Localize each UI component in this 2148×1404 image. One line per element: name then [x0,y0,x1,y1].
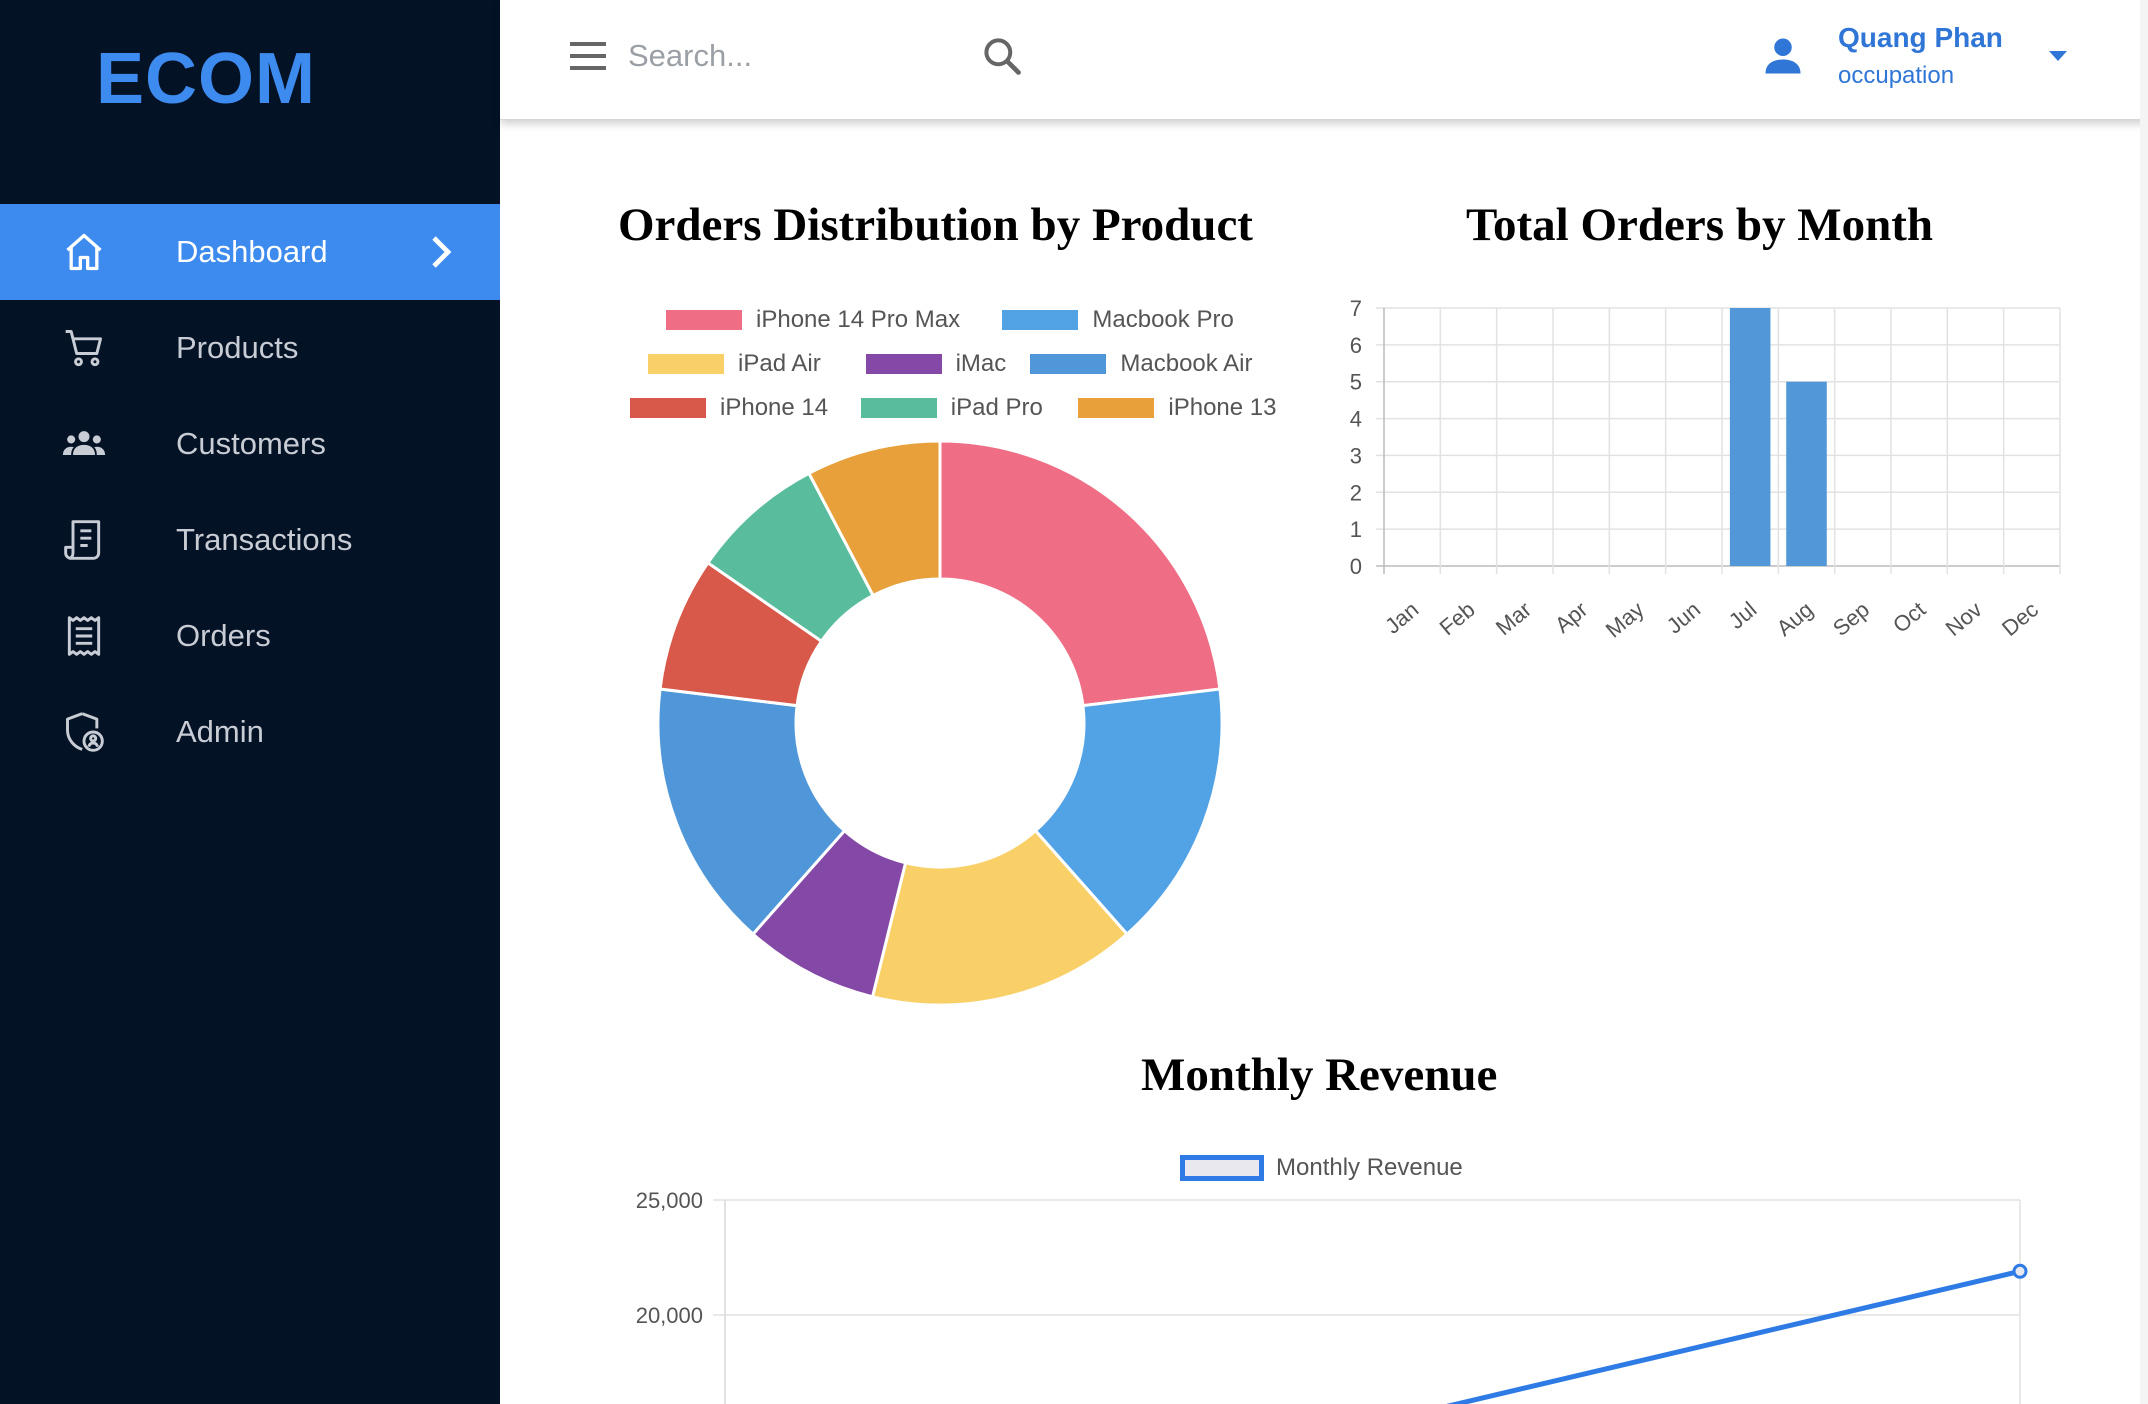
x-tick-label: Jun [1662,597,1705,639]
scrollbar-track[interactable] [2140,0,2148,1404]
user-role: occupation [1838,62,1955,89]
sidebar-item-products[interactable]: Products [0,300,500,396]
legend-label: iMac [955,350,1007,377]
x-tick-label: Nov [1941,597,1987,641]
sidebar-item-label: Dashboard [176,234,328,269]
y-tick-label: 0 [1350,554,1362,579]
sidebar-item-admin[interactable]: Admin [0,684,500,780]
x-tick-label: May [1601,597,1649,643]
legend-swatch [630,398,706,418]
sidebar-item-label: Transactions [176,522,353,557]
x-tick-label: Apr [1550,597,1592,638]
y-tick-label: 3 [1350,443,1362,468]
orders-by-month-title: Total Orders by Month [1466,199,1933,251]
legend-swatch [648,354,724,374]
line-legend-item[interactable]: Monthly Revenue [1180,1154,1463,1182]
sidebar-item-transactions[interactable]: Transactions [0,492,500,588]
donut-chart [656,439,1224,1007]
home-icon [62,232,106,272]
legend-swatch [860,398,937,418]
line-chart: 25,000 20,000 [636,1188,2028,1404]
legend-label: iPhone 14 Pro Max [756,306,961,333]
x-tick-label: Aug [1772,597,1818,641]
legend-swatch [1078,398,1155,418]
sidebar-item-label: Products [176,330,299,365]
list-icon [62,616,106,656]
legend-item-macbook-pro[interactable]: Macbook Pro [1002,306,1234,334]
legend-item-ipad-air[interactable]: iPad Air [648,350,821,378]
legend-label: Macbook Pro [1092,306,1234,333]
legend-swatch [1180,1155,1264,1181]
search-icon[interactable] [980,34,1024,78]
people-icon [62,424,106,464]
x-tick-label: Jul [1724,597,1762,634]
legend-label: iPad Pro [950,394,1043,421]
legend-item-ipad-pro[interactable]: iPad Pro [860,394,1043,422]
sidebar-nav: Dashboard Products Customers Transaction… [0,204,500,780]
revenue-point[interactable] [2012,1263,2028,1279]
legend-item-iphone-14-pro-max[interactable]: iPhone 14 Pro Max [666,306,960,334]
y-tick-label: 1 [1350,517,1362,542]
y-tick-label: 25,000 [636,1188,703,1213]
legend-item-macbook-air[interactable]: Macbook Air [1030,350,1252,378]
y-tick-label: 7 [1350,296,1362,321]
y-tick-label: 4 [1350,407,1362,432]
legend-item-iphone-13[interactable]: iPhone 13 [1078,394,1276,422]
bar-aug[interactable] [1786,381,1827,566]
x-tick-label: Oct [1888,597,1930,638]
top-header: Quang Phan occupation [500,0,2148,120]
sidebar: ECOM Dashboard Products Customers Transa… [0,0,500,1404]
x-tick-label: Dec [1997,597,2043,641]
legend-label: Monthly Revenue [1276,1154,1463,1181]
legend-label: Macbook Air [1120,350,1253,377]
legend-item-imac[interactable]: iMac [865,350,1007,378]
user-name[interactable]: Quang Phan [1838,22,2003,54]
app-logo[interactable]: ECOM [96,38,316,120]
sidebar-item-orders[interactable]: Orders [0,588,500,684]
menu-icon[interactable] [568,40,608,72]
legend-label: iPad Air [738,350,821,377]
sidebar-item-dashboard[interactable]: Dashboard [0,204,500,300]
x-tick-label: Jan [1380,597,1423,639]
revenue-line [1446,1268,2021,1404]
chevron-right-icon [432,236,452,268]
sidebar-item-label: Orders [176,618,271,653]
sidebar-item-label: Customers [176,426,326,461]
y-tick-label: 2 [1350,480,1362,505]
donut-slice-iphone-14-pro-max[interactable] [938,439,1222,708]
y-tick-label: 5 [1350,370,1362,395]
legend-swatch [1030,354,1107,374]
x-tick-label: Mar [1491,597,1536,641]
bar-jul[interactable] [1729,308,1771,566]
monthly-revenue-title: Monthly Revenue [1141,1049,1498,1101]
y-tick-label: 20,000 [636,1303,703,1328]
legend-swatch [1002,310,1079,330]
legend-swatch [666,310,742,330]
receipt-icon [62,520,106,560]
legend-label: iPhone 14 [720,394,829,421]
legend-item-iphone-14[interactable]: iPhone 14 [630,394,828,422]
legend-label: iPhone 13 [1168,394,1277,421]
sidebar-item-customers[interactable]: Customers [0,396,500,492]
admin-shield-icon [62,712,106,752]
orders-distribution-title: Orders Distribution by Product [618,199,1253,251]
cart-icon [62,328,106,368]
y-tick-label: 6 [1350,333,1362,358]
legend-swatch [865,354,942,374]
x-tick-label: Sep [1828,597,1874,641]
x-tick-label: Feb [1435,597,1480,641]
search-input[interactable] [628,30,958,82]
sidebar-item-label: Admin [176,714,264,749]
caret-down-icon[interactable] [2046,48,2070,64]
user-avatar-icon[interactable] [1762,34,1804,78]
bar-chart: 0 1 2 3 4 5 6 7 Jan Feb Mar Apr May Jun Jul Aug Sep Oct No… [1350,296,2061,643]
